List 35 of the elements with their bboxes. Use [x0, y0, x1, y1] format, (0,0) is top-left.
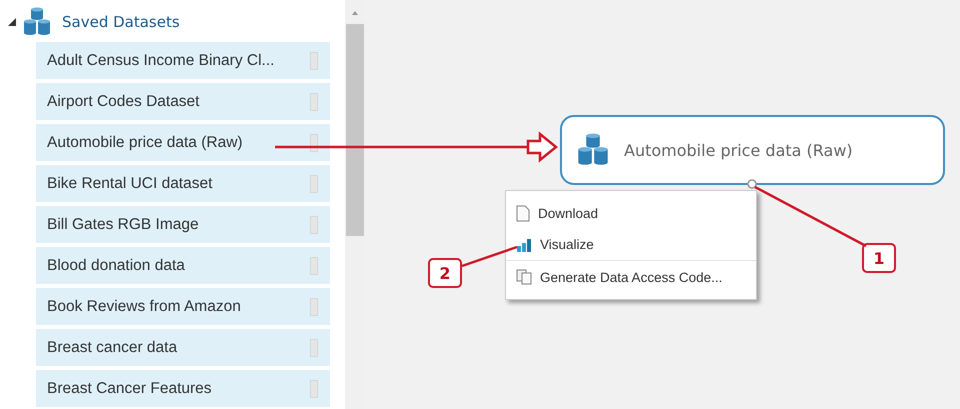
- dataset-item[interactable]: Bike Rental UCI dataset: [36, 165, 330, 202]
- caret-icon[interactable]: [8, 18, 16, 26]
- dataset-item[interactable]: Automobile price data (Raw): [36, 124, 330, 161]
- leader-line: [462, 246, 518, 268]
- callout-number: 1: [862, 243, 896, 273]
- node-label: Automobile price data (Raw): [624, 140, 853, 160]
- dataset-item[interactable]: Adult Census Income Binary Cl...: [36, 42, 330, 79]
- output-port-icon[interactable]: [747, 179, 757, 189]
- menu-item[interactable]: Generate Data Access Code...: [506, 261, 756, 293]
- grip-icon: [310, 338, 318, 356]
- document-icon: [516, 204, 530, 222]
- grip-icon: [310, 298, 318, 316]
- tree-folder-label[interactable]: Saved Datasets: [62, 13, 180, 31]
- dataset-item[interactable]: Bill Gates RGB Image: [36, 206, 330, 243]
- callout-number: 2: [428, 258, 462, 288]
- copy-icon: [516, 269, 532, 285]
- grip-icon: [310, 216, 318, 234]
- bar-chart-icon: [516, 238, 532, 252]
- dataset-item[interactable]: Breast Cancer Features: [36, 370, 330, 407]
- grip-icon: [310, 256, 318, 274]
- scrollbar[interactable]: [345, 0, 365, 409]
- database-icon: [22, 7, 52, 37]
- database-icon: [576, 133, 610, 167]
- dataset-item[interactable]: Airport Codes Dataset: [36, 83, 330, 120]
- scroll-up-icon[interactable]: [351, 10, 359, 16]
- scroll-thumb[interactable]: [346, 24, 364, 236]
- grip-icon: [310, 92, 318, 110]
- grip-icon: [310, 52, 318, 70]
- grip-icon: [310, 174, 318, 192]
- dataset-item[interactable]: Breast cancer data: [36, 329, 330, 366]
- menu-item[interactable]: Download: [506, 197, 756, 229]
- dataset-node[interactable]: Automobile price data (Raw): [560, 115, 945, 185]
- dataset-item[interactable]: Book Reviews from Amazon: [36, 288, 330, 325]
- grip-icon: [310, 380, 318, 398]
- dataset-item[interactable]: Blood donation data: [36, 247, 330, 284]
